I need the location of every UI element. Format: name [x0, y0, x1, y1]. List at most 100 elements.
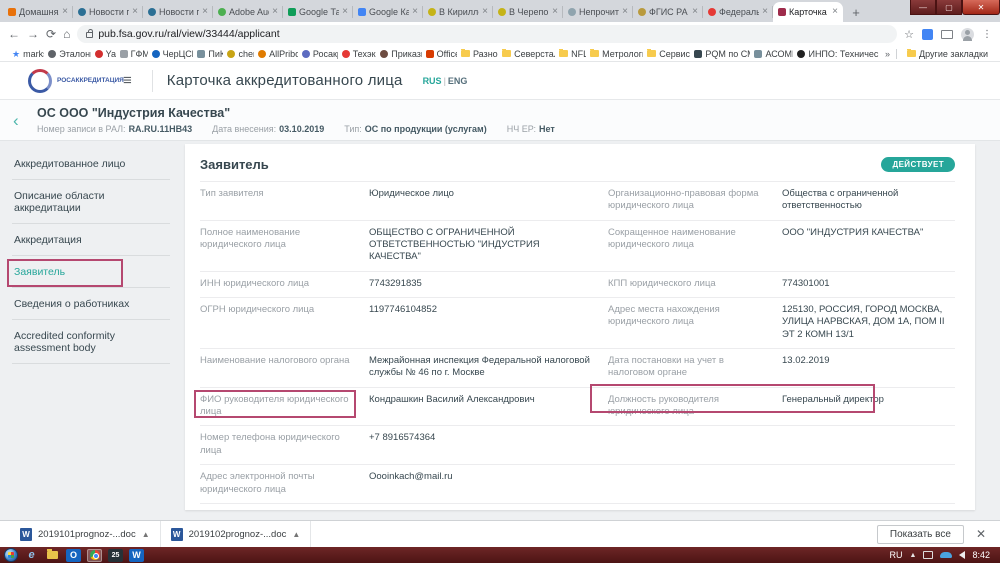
browser-tab[interactable]: ФГИС РА - Сп×: [633, 2, 703, 22]
rosaccreditation-logo[interactable]: РОСАККРЕДИТАЦИЯ: [28, 69, 103, 93]
site-icon: [227, 50, 235, 58]
outlook-icon[interactable]: O: [66, 549, 81, 562]
bookmark-label: Office: [437, 49, 457, 59]
browser-tab[interactable]: Непрочитан×: [563, 2, 633, 22]
tab-close-icon[interactable]: ×: [762, 7, 768, 17]
sidebar-item[interactable]: Сведения о работниках: [12, 288, 170, 320]
address-bar[interactable]: pub.fsa.gov.ru/ral/view/33444/applicant: [77, 25, 897, 43]
download-chevron-icon[interactable]: ▲: [142, 530, 150, 539]
tab-close-icon[interactable]: ×: [692, 7, 698, 17]
tab-close-icon[interactable]: ×: [832, 7, 838, 17]
bookmark-label: AllPribor: [269, 49, 298, 59]
explorer-folder-icon[interactable]: [45, 549, 60, 562]
sidebar-item[interactable]: Аккредитованное лицо: [12, 148, 170, 180]
tab-close-icon[interactable]: ×: [272, 7, 278, 17]
lang-eng-button[interactable]: ENG: [448, 76, 468, 86]
tab-close-icon[interactable]: ×: [552, 7, 558, 17]
tray-expand-icon[interactable]: ▲: [910, 552, 917, 559]
bookmark-label: ГФМ: [131, 49, 148, 59]
browser-tab[interactable]: Adobe Auditi×: [213, 2, 283, 22]
profile-avatar[interactable]: [961, 28, 974, 41]
bookmark-item[interactable]: Разное: [457, 49, 498, 59]
bookmark-item[interactable]: Ya: [91, 49, 116, 59]
bookmark-item[interactable]: PQM по СМК: [690, 49, 750, 59]
maximize-button[interactable]: ▢: [936, 0, 962, 15]
url-text[interactable]: pub.fsa.gov.ru/ral/view/33444/applicant: [98, 28, 279, 40]
bookmark-item[interactable]: Росакр: [298, 49, 338, 59]
screenshot-extension-icon[interactable]: [941, 30, 953, 39]
bookmark-item[interactable]: ЧерЦСМ: [148, 49, 194, 59]
extension-icon[interactable]: [922, 29, 933, 40]
close-button[interactable]: ✕: [962, 0, 1000, 15]
sidebar-item[interactable]: Описание области аккредитации: [12, 180, 170, 224]
bookmark-item[interactable]: Приказы: [376, 49, 421, 59]
bookmark-item[interactable]: Эталоны: [44, 49, 90, 59]
calendar-icon[interactable]: 25: [108, 549, 123, 562]
start-button[interactable]: [4, 548, 18, 562]
bookmark-item[interactable]: AllPribor: [254, 49, 298, 59]
other-bookmarks-button[interactable]: Другие закладки: [903, 49, 992, 59]
sidebar-item[interactable]: Заявитель: [12, 256, 170, 288]
chrome-menu-icon[interactable]: ⋮: [982, 29, 992, 40]
cloud-sync-icon[interactable]: [940, 552, 952, 558]
clock[interactable]: 8:42: [972, 550, 990, 560]
network-icon[interactable]: [923, 551, 933, 559]
bookmark-item[interactable]: Office: [422, 49, 457, 59]
download-chevron-icon[interactable]: ▲: [292, 530, 300, 539]
bookmark-item[interactable]: ПиК: [193, 49, 223, 59]
bookmark-item[interactable]: Северсталь: [498, 49, 555, 59]
hamburger-menu-icon[interactable]: ≡: [117, 72, 138, 89]
browser-tab[interactable]: Новости глав×: [143, 2, 213, 22]
new-tab-button[interactable]: +: [845, 3, 867, 21]
tab-close-icon[interactable]: ×: [482, 7, 488, 17]
internet-explorer-icon[interactable]: e: [24, 549, 39, 562]
tab-close-icon[interactable]: ×: [62, 7, 68, 17]
bookmark-item[interactable]: ИНПО: Техническа...: [793, 49, 879, 59]
back-icon[interactable]: ←: [8, 28, 20, 40]
bookmark-star-icon[interactable]: ☆: [904, 28, 914, 41]
meta-label: Номер записи в РАЛ:: [37, 124, 126, 134]
volume-icon[interactable]: [959, 551, 965, 559]
browser-tab[interactable]: Федеральная×: [703, 2, 773, 22]
tab-close-icon[interactable]: ×: [202, 7, 208, 17]
chrome-icon[interactable]: [87, 549, 102, 562]
bookmarks-overflow-icon[interactable]: »: [879, 49, 896, 59]
browser-tab[interactable]: Домашняя стр×: [3, 2, 73, 22]
bookmark-item[interactable]: cher: [223, 49, 254, 59]
browser-tab[interactable]: В Кириллове×: [423, 2, 493, 22]
tab-close-icon[interactable]: ×: [342, 7, 348, 17]
bookmark-item[interactable]: Техэкс: [338, 49, 377, 59]
bookmark-item[interactable]: ГФМ: [116, 49, 148, 59]
show-all-downloads-button[interactable]: Показать все: [877, 525, 964, 544]
sidebar-item[interactable]: Accredited conformity assessment body: [12, 320, 170, 364]
bookmark-item[interactable]: ★marks: [8, 49, 44, 59]
tab-close-icon[interactable]: ×: [622, 7, 628, 17]
tab-close-icon[interactable]: ×: [132, 7, 138, 17]
back-chevron-icon[interactable]: ‹: [13, 112, 19, 129]
bookmark-item[interactable]: Метрология: [586, 49, 643, 59]
bookmark-item[interactable]: NFL: [555, 49, 586, 59]
site-icon: [797, 50, 805, 58]
browser-tab[interactable]: Google Табли×: [283, 2, 353, 22]
tab-close-icon[interactable]: ×: [412, 7, 418, 17]
download-item[interactable]: W2019101prognoz-...doc▲: [10, 521, 161, 547]
refresh-icon[interactable]: ⟳: [46, 28, 56, 40]
sidebar-item[interactable]: Аккредитация: [12, 224, 170, 256]
bookmark-item[interactable]: Сервисы: [643, 49, 690, 59]
tab-title: В Череповце: [509, 7, 549, 17]
browser-tab[interactable]: Google Кален×: [353, 2, 423, 22]
browser-tab[interactable]: В Череповце×: [493, 2, 563, 22]
download-item[interactable]: W2019102prognoz-...doc▲: [161, 521, 312, 547]
minimize-button[interactable]: —: [910, 0, 936, 15]
adobe-audition-favicon: [218, 8, 226, 16]
word-icon[interactable]: W: [129, 549, 144, 562]
keyboard-language[interactable]: RU: [890, 550, 903, 560]
browser-tab[interactable]: Новости глав×: [73, 2, 143, 22]
lang-rus-button[interactable]: RUS: [423, 76, 442, 86]
forward-icon[interactable]: →: [27, 28, 39, 40]
browser-tab[interactable]: Карточка акк×: [773, 2, 843, 22]
status-badge: ДЕЙСТВУЕТ: [881, 157, 955, 172]
bookmark-item[interactable]: АСОМИ: [750, 49, 793, 59]
downloads-close-icon[interactable]: ✕: [976, 527, 986, 541]
home-icon[interactable]: ⌂: [63, 28, 70, 40]
